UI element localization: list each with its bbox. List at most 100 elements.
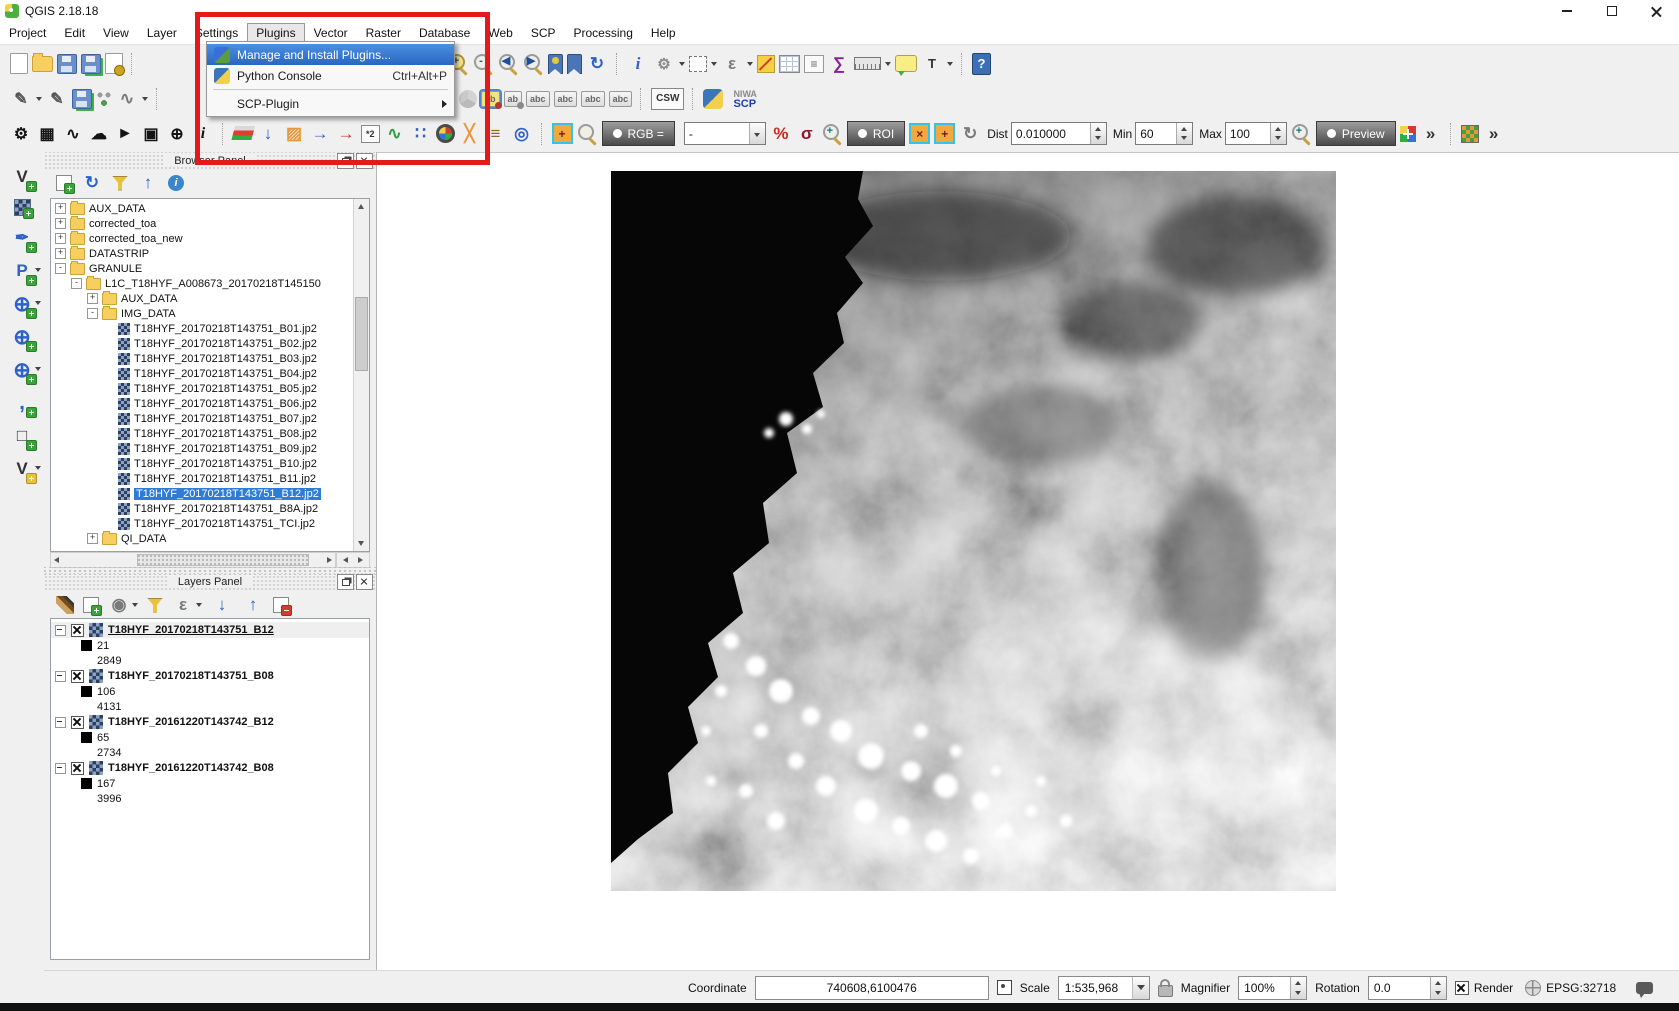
new-bookmark-icon[interactable] — [548, 54, 563, 74]
tree-item[interactable]: - L1C_T18HYF_A008673_20170218T145150 — [51, 276, 353, 291]
select-features-icon[interactable] — [689, 56, 717, 72]
tree-item[interactable]: + DATASTRIP — [51, 246, 353, 261]
scp-tools-icon[interactable]: ⚙ — [10, 123, 32, 145]
menu-edit[interactable]: Edit — [55, 23, 94, 43]
menu-web[interactable]: Web — [479, 23, 521, 43]
zoom-out-icon[interactable]: - — [473, 53, 494, 74]
create-preview-icon[interactable] — [1400, 126, 1416, 142]
add-postgis-layer-icon[interactable]: P — [7, 260, 37, 282]
edit-tools-icon[interactable]: ╳ — [459, 123, 481, 145]
classification-dock-icon[interactable]: ► — [114, 123, 136, 145]
tree-item[interactable]: T18HYF_20170218T143751_B06.jp2 — [51, 396, 353, 411]
layer-row[interactable]: 4131 — [51, 699, 369, 714]
help-icon[interactable]: ? — [972, 53, 991, 75]
expand-all-icon[interactable]: ↓ — [211, 594, 233, 616]
filter-by-expression-icon[interactable]: ε — [172, 594, 202, 616]
layer-row[interactable]: T18HYF_20161220T143742_B08 — [51, 760, 369, 776]
tree-item[interactable]: T18HYF_20170218T143751_B08.jp2 — [51, 426, 353, 441]
zoom-plus-icon[interactable]: + — [822, 123, 843, 144]
tree-expander[interactable]: + — [87, 533, 98, 544]
save-layer-edits-icon[interactable] — [72, 89, 92, 109]
zoom-next-icon[interactable]: ▶ — [523, 53, 544, 74]
refresh-browser-icon[interactable]: ↻ — [81, 172, 103, 194]
tree-expander[interactable]: - — [71, 278, 82, 289]
layer-row[interactable]: 65 — [51, 730, 369, 745]
render-checkbox[interactable]: Render — [1455, 981, 1513, 995]
tree-expander[interactable]: - — [87, 308, 98, 319]
menu-scp[interactable]: SCP — [522, 23, 565, 43]
save-project-icon[interactable] — [57, 54, 77, 74]
grid-icon[interactable] — [1461, 125, 1479, 143]
add-selected-layers-icon[interactable] — [56, 175, 72, 191]
band-list-icon[interactable]: ≡ — [485, 123, 507, 145]
tree-item[interactable]: - IMG_DATA — [51, 306, 353, 321]
tree-item[interactable]: + AUX_DATA — [51, 291, 353, 306]
band-set-icon[interactable]: ▦ — [36, 123, 58, 145]
extent-toggle-icon[interactable] — [997, 980, 1012, 995]
scrollbar-thumb[interactable] — [137, 554, 309, 566]
add-wms-layer-icon[interactable]: ⊕ — [7, 293, 37, 315]
layer-labeling-icon[interactable]: ab — [481, 91, 500, 107]
layer-row[interactable]: 2849 — [51, 653, 369, 668]
roi-plus-icon[interactable]: + — [934, 123, 955, 144]
open-layer-styling-icon[interactable] — [56, 596, 74, 614]
select-by-expression-icon[interactable]: ε — [721, 53, 753, 75]
menu-vector[interactable]: Vector — [305, 23, 357, 43]
input-tool-icon[interactable]: → — [309, 123, 331, 145]
menu-project[interactable]: Project — [0, 23, 55, 43]
scroll-right-icon[interactable] — [358, 557, 363, 563]
preview-radio[interactable]: Preview Preview — [1316, 121, 1396, 146]
add-wcs-layer-icon[interactable]: ⊕ — [7, 326, 37, 348]
manage-layer-visibility-icon[interactable]: ◉ — [108, 594, 138, 616]
new-print-composer-icon[interactable] — [105, 53, 123, 74]
menu-item-manage-install-plugins[interactable]: Manage and Install Plugins... — [207, 44, 454, 65]
zoom-last-icon[interactable]: ◀ — [498, 53, 519, 74]
filter-legend-icon[interactable] — [147, 598, 163, 613]
highlight-labels-icon[interactable]: abc — [526, 91, 550, 107]
panel-scroll-buttons[interactable] — [336, 552, 370, 568]
scrollbar-thumb[interactable] — [355, 297, 368, 371]
layer-row[interactable]: 2734 — [51, 745, 369, 760]
add-delimited-text-layer-icon[interactable]: , — [7, 392, 37, 414]
layer-expander[interactable] — [55, 625, 66, 636]
menu-view[interactable]: View — [94, 23, 138, 43]
minimize-button[interactable] — [1544, 0, 1589, 22]
color-ring-icon[interactable] — [436, 124, 455, 143]
tree-item[interactable]: T18HYF_20170218T143751_B03.jp2 — [51, 351, 353, 366]
layer-visibility-checkbox[interactable] — [71, 716, 84, 729]
field-calculator-icon[interactable]: ≡ — [804, 55, 824, 73]
roi-radio[interactable]: ROI ROI — [847, 121, 905, 146]
identify-features-icon[interactable]: i — [627, 53, 649, 75]
tree-item[interactable]: T18HYF_20170218T143751_B04.jp2 — [51, 366, 353, 381]
open-project-icon[interactable] — [32, 56, 53, 72]
float-panel-button[interactable] — [337, 574, 354, 590]
refresh-map-icon[interactable]: ↻ — [586, 53, 608, 75]
layer-visibility-checkbox[interactable] — [71, 624, 84, 637]
layer-expander[interactable] — [55, 717, 66, 728]
layer-expander[interactable] — [55, 763, 66, 774]
add-raster-layer-icon[interactable] — [7, 199, 37, 216]
scale-combo[interactable]: 1:535,968 — [1058, 976, 1150, 1000]
new-temp-scratch-layer-icon[interactable]: V — [7, 458, 37, 480]
layer-row[interactable]: 106 — [51, 684, 369, 699]
layer-row[interactable]: 21 — [51, 638, 369, 653]
statistical-summary-icon[interactable]: ∑ — [828, 53, 850, 75]
restore-button[interactable] — [1589, 0, 1634, 22]
rgb-radio[interactable]: RGB = RGB = — [602, 121, 675, 146]
text-annotation-icon[interactable]: T — [921, 53, 953, 75]
close-panel-button[interactable] — [356, 153, 373, 169]
layer-visibility-checkbox[interactable] — [71, 762, 84, 775]
browser-vertical-scrollbar[interactable] — [353, 199, 369, 551]
move-label-icon[interactable]: abc — [554, 91, 578, 107]
tree-item[interactable]: + corrected_toa_new — [51, 231, 353, 246]
change-label-icon[interactable]: abc — [609, 91, 633, 107]
rgb-band-combo[interactable]: - — [679, 122, 766, 145]
crs-status-button[interactable]: EPSG:32718 — [1525, 980, 1616, 996]
tree-item[interactable]: + corrected_toa — [51, 216, 353, 231]
tree-item[interactable]: + QI_DATA — [51, 531, 353, 546]
tree-item[interactable]: T18HYF_20170218T143751_B05.jp2 — [51, 381, 353, 396]
menu-settings[interactable]: Settings — [186, 23, 247, 43]
toggle-editing-icon[interactable]: ✎ — [46, 88, 68, 110]
new-project-icon[interactable] — [10, 53, 28, 74]
magnifier-input[interactable]: 100% — [1238, 976, 1307, 1000]
